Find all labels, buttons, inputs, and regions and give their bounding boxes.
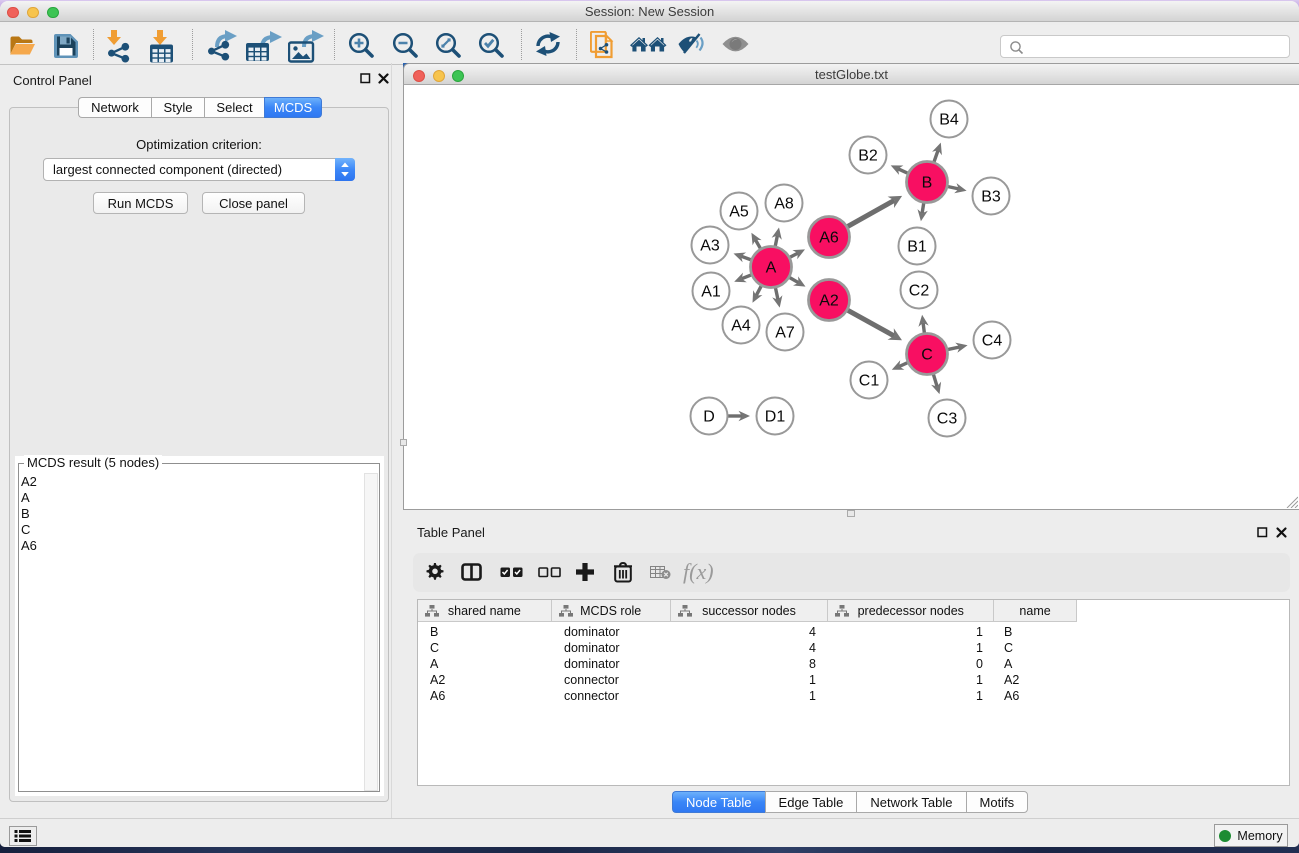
- svg-text:A4: A4: [731, 318, 751, 335]
- svg-text:A1: A1: [701, 284, 721, 301]
- svg-text:C2: C2: [909, 283, 930, 300]
- svg-text:B4: B4: [939, 112, 959, 129]
- svg-text:B3: B3: [981, 189, 1001, 206]
- svg-text:C4: C4: [982, 333, 1003, 350]
- svg-text:D1: D1: [765, 409, 786, 426]
- svg-text:A2: A2: [819, 293, 839, 310]
- svg-text:B1: B1: [907, 239, 927, 256]
- svg-text:C3: C3: [937, 411, 958, 428]
- svg-text:A6: A6: [819, 230, 839, 247]
- svg-text:D: D: [703, 409, 715, 426]
- svg-text:A5: A5: [729, 204, 749, 221]
- svg-text:A3: A3: [700, 238, 720, 255]
- svg-text:A8: A8: [774, 196, 794, 213]
- svg-text:B2: B2: [858, 148, 878, 165]
- svg-text:A7: A7: [775, 325, 795, 342]
- svg-text:A: A: [766, 260, 777, 277]
- svg-text:B: B: [922, 175, 933, 192]
- svg-text:C: C: [921, 347, 933, 364]
- svg-text:C1: C1: [859, 373, 880, 390]
